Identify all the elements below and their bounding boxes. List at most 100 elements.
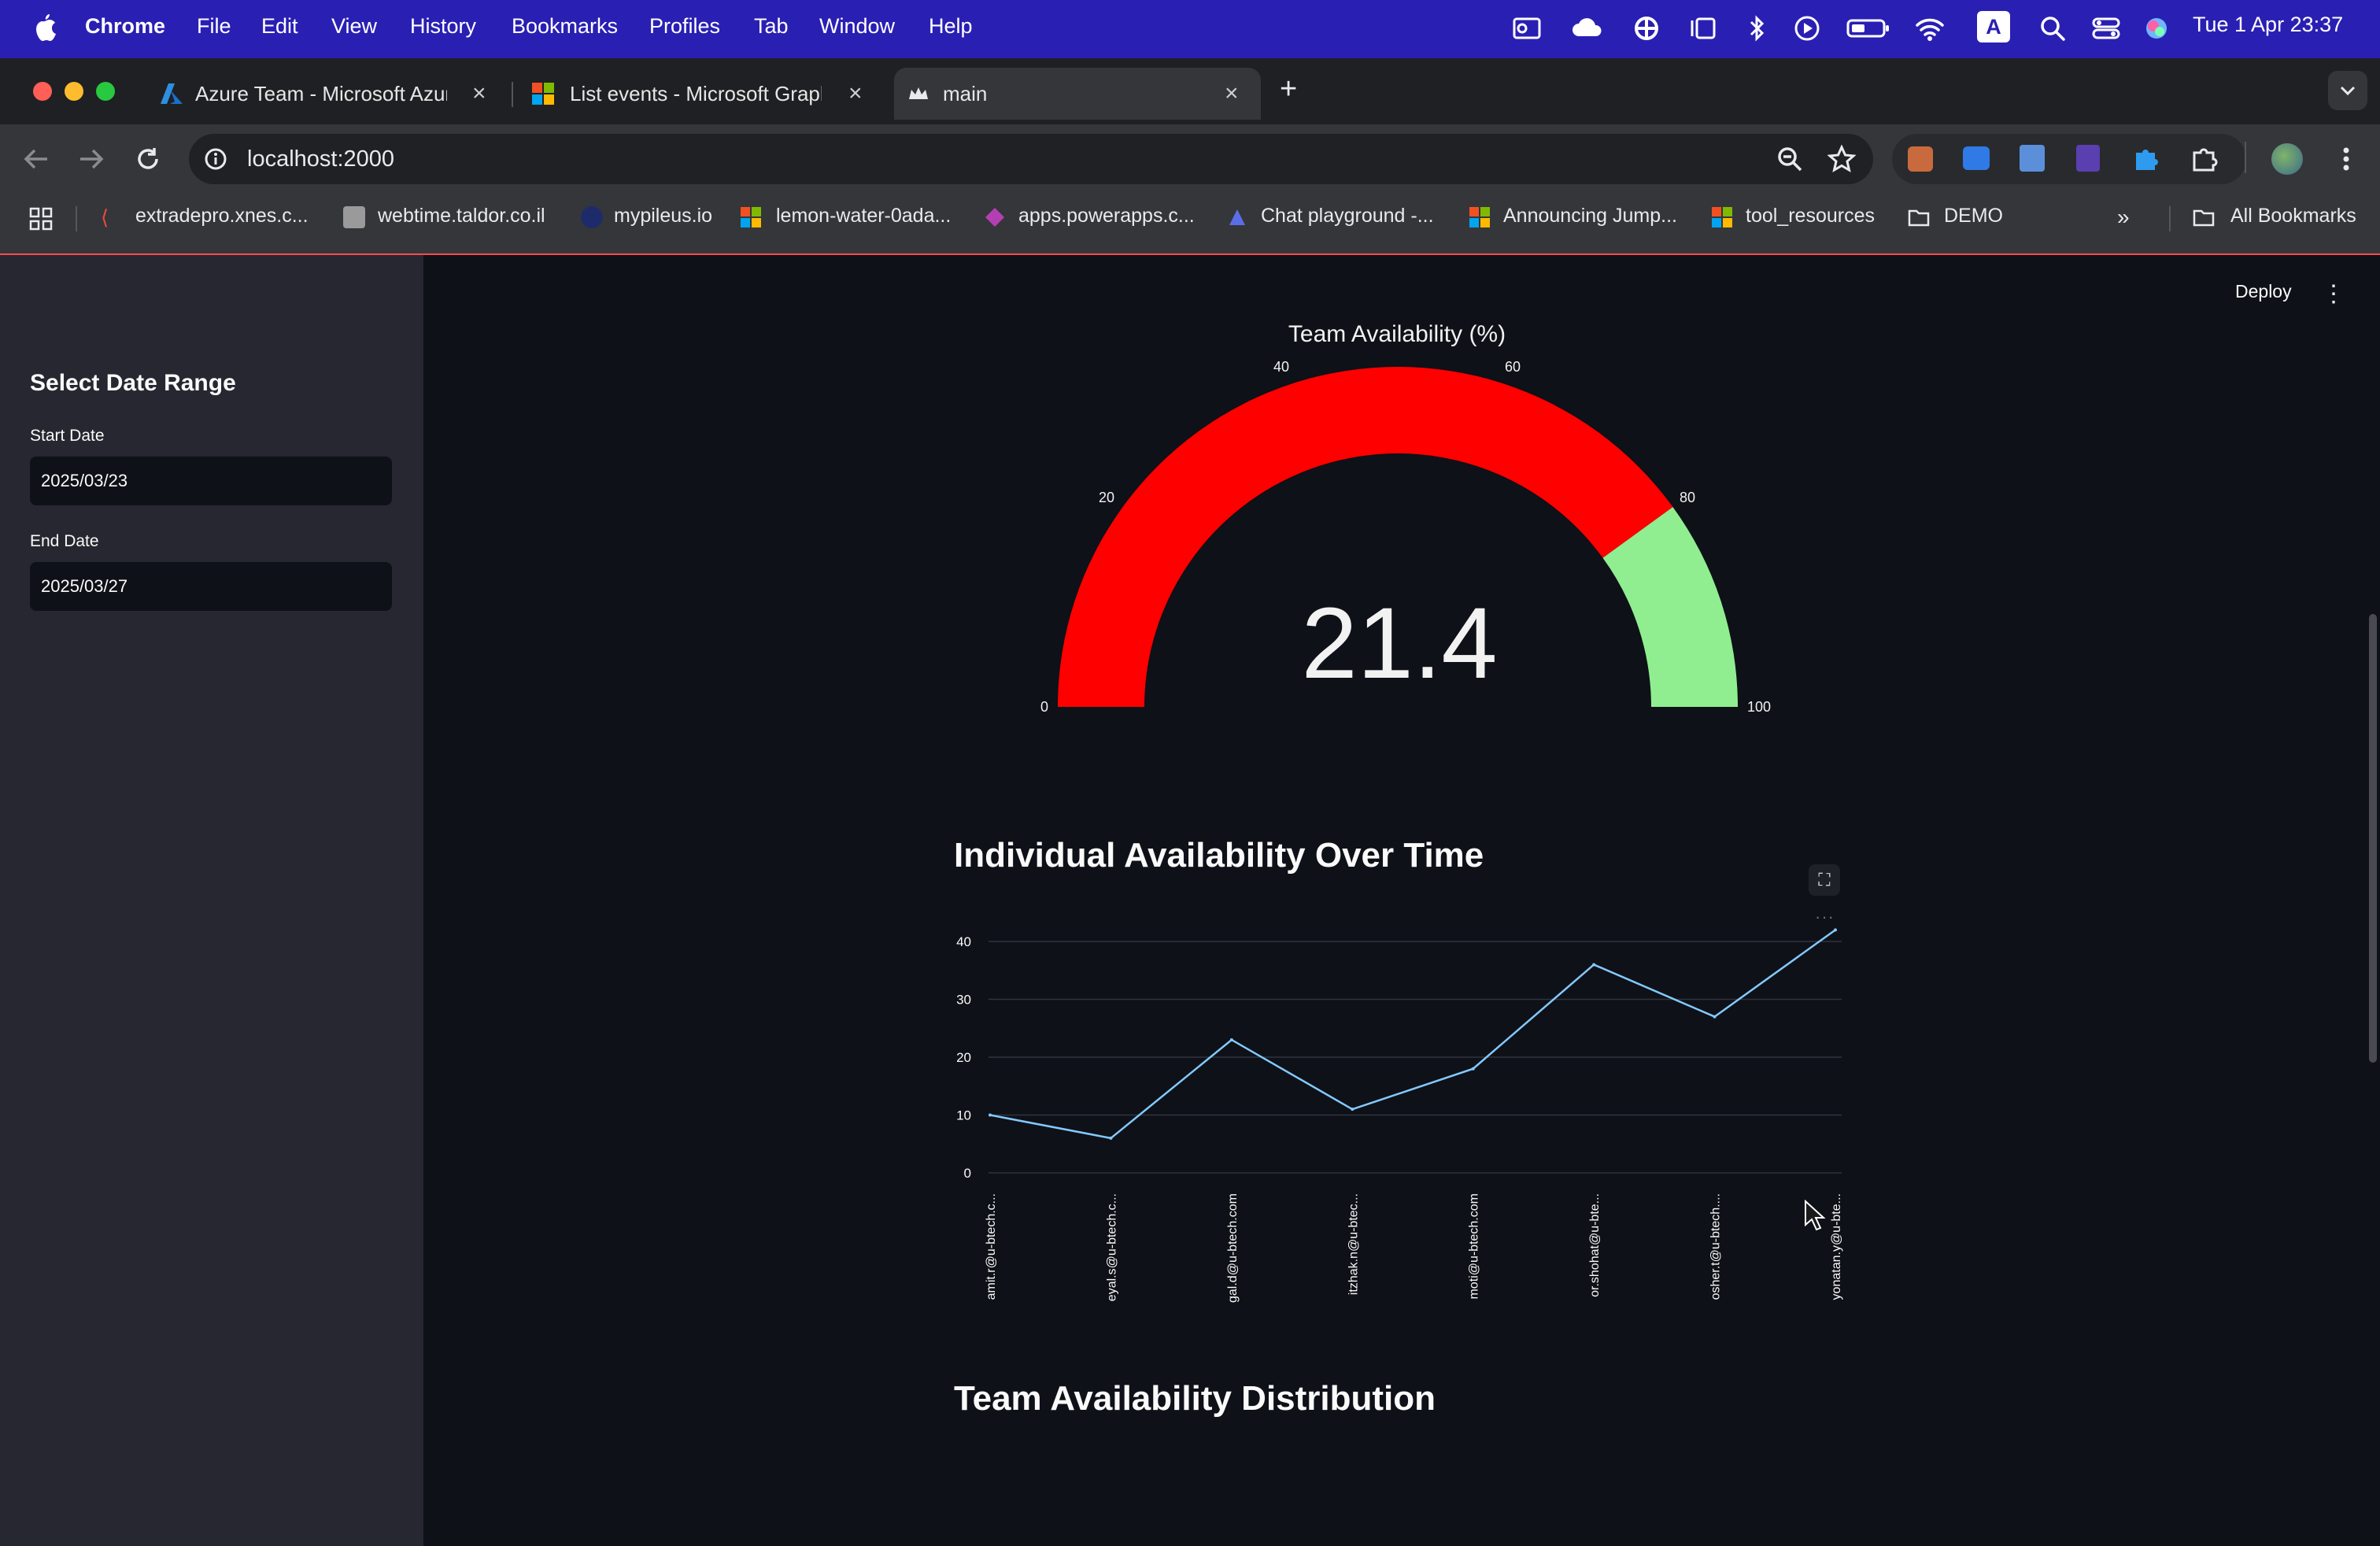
end-date-input[interactable] [30,562,392,611]
x-tick-label: yonatan.y@u-bte... [1830,1193,1843,1300]
address-bar-url[interactable]: localhost:2000 [247,146,394,172]
line-chart-title: Individual Availability Over Time [954,836,1484,875]
data-point[interactable] [1834,928,1837,932]
extension-flask-icon[interactable] [2076,145,2100,172]
window-close-button[interactable] [33,82,52,101]
bookmark-powerapps-icon [985,208,1004,227]
tab-list-events[interactable]: List events - Microsoft Graph × [521,68,883,120]
tab-title: main [943,81,988,105]
menu-tab[interactable]: Tab [754,14,789,39]
apps-grid-icon[interactable] [28,206,54,231]
chevron-down-icon [2340,86,2356,96]
control-center-icon[interactable] [2090,13,2122,44]
x-tick-label: osher.t@u-btech.... [1709,1193,1723,1300]
bookmark-xnes-icon: ⟨ [101,205,109,229]
data-point[interactable] [1471,1067,1475,1071]
tab-main[interactable]: main × [894,68,1261,120]
bookmark-item[interactable]: lemon-water-0ada... [776,205,951,227]
battery-icon[interactable] [1846,13,1890,44]
app-menu-kebab-icon[interactable]: ⋮ [2322,280,2345,308]
extension-puzzle-blue-icon[interactable] [2131,145,2160,173]
tab-title: List events - Microsoft Graph [570,81,822,105]
bookmark-microsoft-icon [741,207,761,227]
media-play-icon[interactable] [1791,13,1823,44]
bookmark-item[interactable]: tool_resources [1746,205,1875,227]
bookmark-folder-demo[interactable]: DEMO [1944,205,2003,227]
reload-icon[interactable] [134,145,162,173]
profile-avatar[interactable] [2271,143,2303,175]
data-point[interactable] [1351,1108,1354,1111]
menu-history[interactable]: History [410,14,476,39]
bluetooth-icon[interactable] [1741,13,1772,44]
bookmarks-divider [76,206,77,231]
back-arrow-icon[interactable] [22,146,50,172]
start-date-input[interactable] [30,457,392,505]
data-point[interactable] [1592,963,1596,967]
new-tab-plus-icon[interactable]: + [1280,72,1297,106]
y-tick-label: 10 [956,1108,971,1123]
bookmark-item[interactable]: Announcing Jump... [1503,205,1677,227]
menu-window[interactable]: Window [819,14,895,39]
menu-app-name[interactable]: Chrome [85,14,165,39]
wifi-icon[interactable] [1914,13,1946,44]
toolbar-divider [2245,142,2246,173]
bookmark-chat-playground-icon [1229,209,1245,225]
window-zoom-button[interactable] [96,82,115,101]
window-minimize-button[interactable] [65,82,83,101]
bookmark-item[interactable]: Chat playground -... [1261,205,1434,227]
site-info-icon[interactable] [203,146,228,172]
fullscreen-expand-icon[interactable]: ⛶ [1809,864,1840,896]
data-point[interactable] [1229,1037,1233,1041]
extensions-puzzle-icon[interactable] [2190,145,2218,173]
gauge-tick-label: 40 [1273,359,1290,375]
data-point[interactable] [1713,1015,1717,1019]
tab-azure-team[interactable]: Azure Team - Microsoft Azure × [146,68,508,120]
availability-series-line [989,929,1836,1140]
bookmark-microsoft-icon [1712,207,1732,227]
data-point[interactable] [1109,1136,1113,1140]
deploy-button[interactable]: Deploy [2230,280,2297,303]
apple-logo-icon[interactable] [28,11,60,46]
tab-close-icon[interactable]: × [472,80,486,107]
stage-manager-icon[interactable] [1687,13,1719,44]
gauge-value: 21.4 [1301,587,1498,700]
extension-printer-icon[interactable] [1908,146,1933,172]
onedrive-cloud-icon[interactable] [1572,13,1604,44]
bookmark-item[interactable]: apps.powerapps.c... [1018,205,1195,227]
menu-bookmarks[interactable]: Bookmarks [512,14,618,39]
menu-edit[interactable]: Edit [261,14,298,39]
bookmark-item[interactable]: webtime.taldor.co.il [378,205,545,227]
gauge-tick-label: 100 [1747,699,1772,715]
tab-search-button[interactable] [2328,71,2367,110]
teams-status-icon[interactable] [1631,13,1662,44]
tab-close-icon[interactable]: × [848,80,863,107]
address-bar[interactable] [189,134,1873,184]
mouse-cursor-icon [1805,1200,1826,1231]
gauge-title: Team Availability (%) [1288,321,1506,347]
bookmark-item[interactable]: mypileus.io [614,205,712,227]
input-source-indicator[interactable]: A [1977,11,2010,43]
spotlight-search-icon[interactable] [2037,13,2068,44]
y-tick-label: 20 [956,1050,971,1065]
data-point[interactable] [989,1113,992,1117]
bookmarks-overflow-chevron-icon[interactable]: » [2117,205,2130,230]
page-scrollbar[interactable] [2369,614,2377,1063]
bookmark-item[interactable]: extradepro.xnes.c... [135,205,309,227]
menu-profiles[interactable]: Profiles [649,14,720,39]
tab-close-icon[interactable]: × [1225,80,1239,107]
forward-arrow-icon[interactable] [77,146,105,172]
bookmark-star-icon[interactable] [1828,145,1856,173]
x-tick-label: amit.r@u-btech.c... [985,1193,998,1300]
extension-document-icon[interactable] [2020,145,2045,172]
zoom-magnifier-icon[interactable] [1776,145,1804,173]
all-bookmarks-button[interactable]: All Bookmarks [2230,205,2356,227]
menu-help[interactable]: Help [929,14,973,39]
menu-view[interactable]: View [331,14,377,39]
siri-icon[interactable] [2141,13,2172,44]
outlook-icon[interactable] [1511,13,1543,44]
folder-icon [2193,209,2215,227]
browser-menu-kebab-icon[interactable] [2334,145,2358,173]
extension-camera-icon[interactable] [1963,146,1990,170]
menubar-clock[interactable]: Tue 1 Apr 23:37 [2193,13,2343,37]
menu-file[interactable]: File [197,14,231,39]
